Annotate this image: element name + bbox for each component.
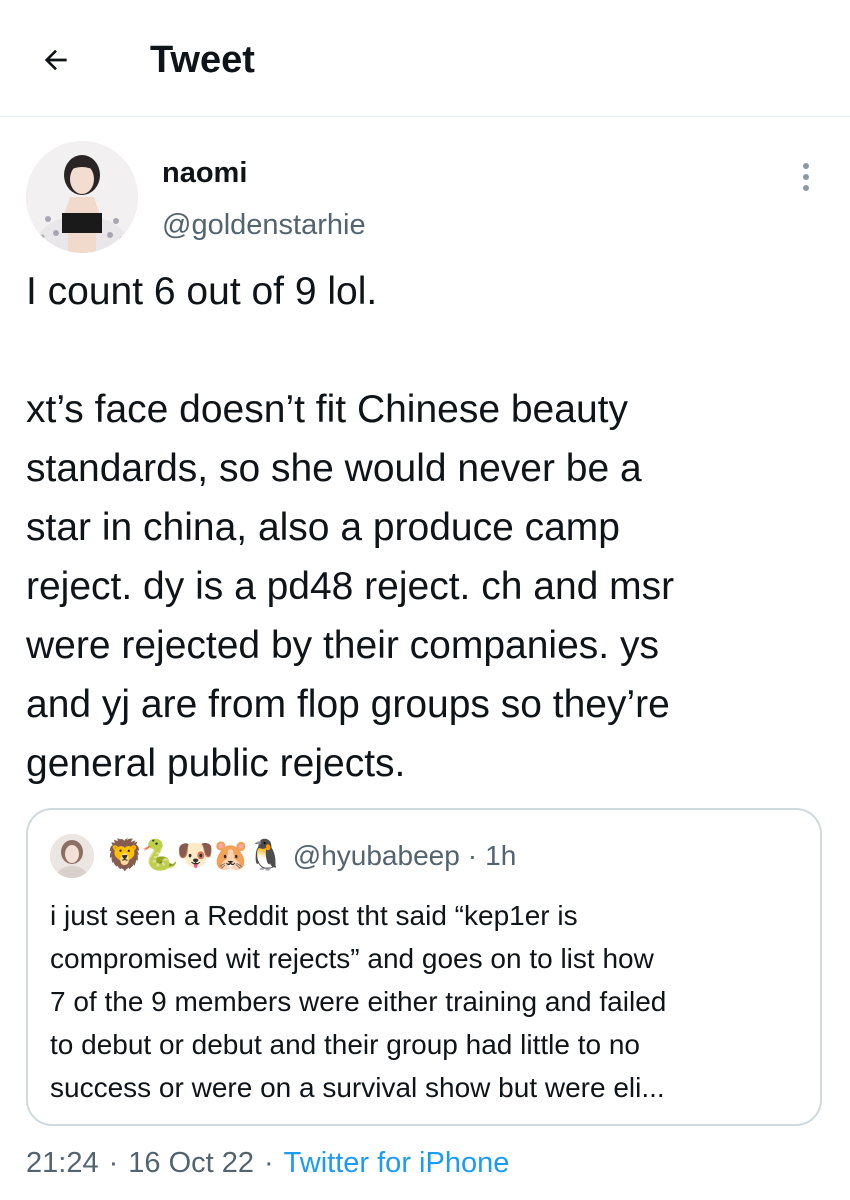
quoted-author-handle: @hyubabeep xyxy=(292,840,460,871)
tweet-paragraph: I count 6 out of 9 lol. xyxy=(26,270,378,313)
author-display-name[interactable]: naomi xyxy=(162,155,247,191)
arrow-left-icon xyxy=(44,49,67,71)
dot-separator: · xyxy=(108,1146,119,1179)
quoted-tweet-text: i just seen a Reddit post tht said “kep1… xyxy=(50,900,667,1103)
author-handle[interactable]: @goldenstarhie xyxy=(162,207,366,243)
author-avatar[interactable] xyxy=(26,141,138,253)
quoted-author-emojis: 🦁🐍🐶🐹🐧 xyxy=(106,839,285,872)
back-button[interactable] xyxy=(34,38,78,82)
more-vertical-icon xyxy=(803,163,809,191)
tweet-date[interactable]: 16 Oct 22 xyxy=(128,1147,254,1180)
top-bar: Tweet xyxy=(0,0,850,117)
quoted-author-avatar xyxy=(50,834,94,878)
page-title: Tweet xyxy=(150,39,255,81)
quoted-tweet[interactable]: 🦁🐍🐶🐹🐧 @hyubabeep · 1h i just seen a Redd… xyxy=(26,808,822,1126)
tweet-source-link[interactable]: Twitter for iPhone xyxy=(284,1147,510,1180)
quoted-tweet-header: 🦁🐍🐶🐹🐧 @hyubabeep · 1h xyxy=(50,834,516,878)
dot-separator: · xyxy=(264,1146,274,1179)
quoted-profile-photo xyxy=(50,834,94,878)
dot-separator: · xyxy=(467,840,478,871)
tweet-meta: 21:24 · 16 Oct 22 · Twitter for iPhone xyxy=(26,1143,509,1183)
quoted-tweet-time: 1h xyxy=(485,840,517,871)
profile-photo xyxy=(26,141,138,253)
tweet-time[interactable]: 21:24 xyxy=(26,1147,99,1180)
tweet-text: I count 6 out of 9 lol. xt’s face doesn’… xyxy=(26,262,826,793)
more-options-button[interactable] xyxy=(788,155,824,199)
tweet-paragraph: xt’s face doesn’t fit Chinese beauty sta… xyxy=(26,388,675,785)
